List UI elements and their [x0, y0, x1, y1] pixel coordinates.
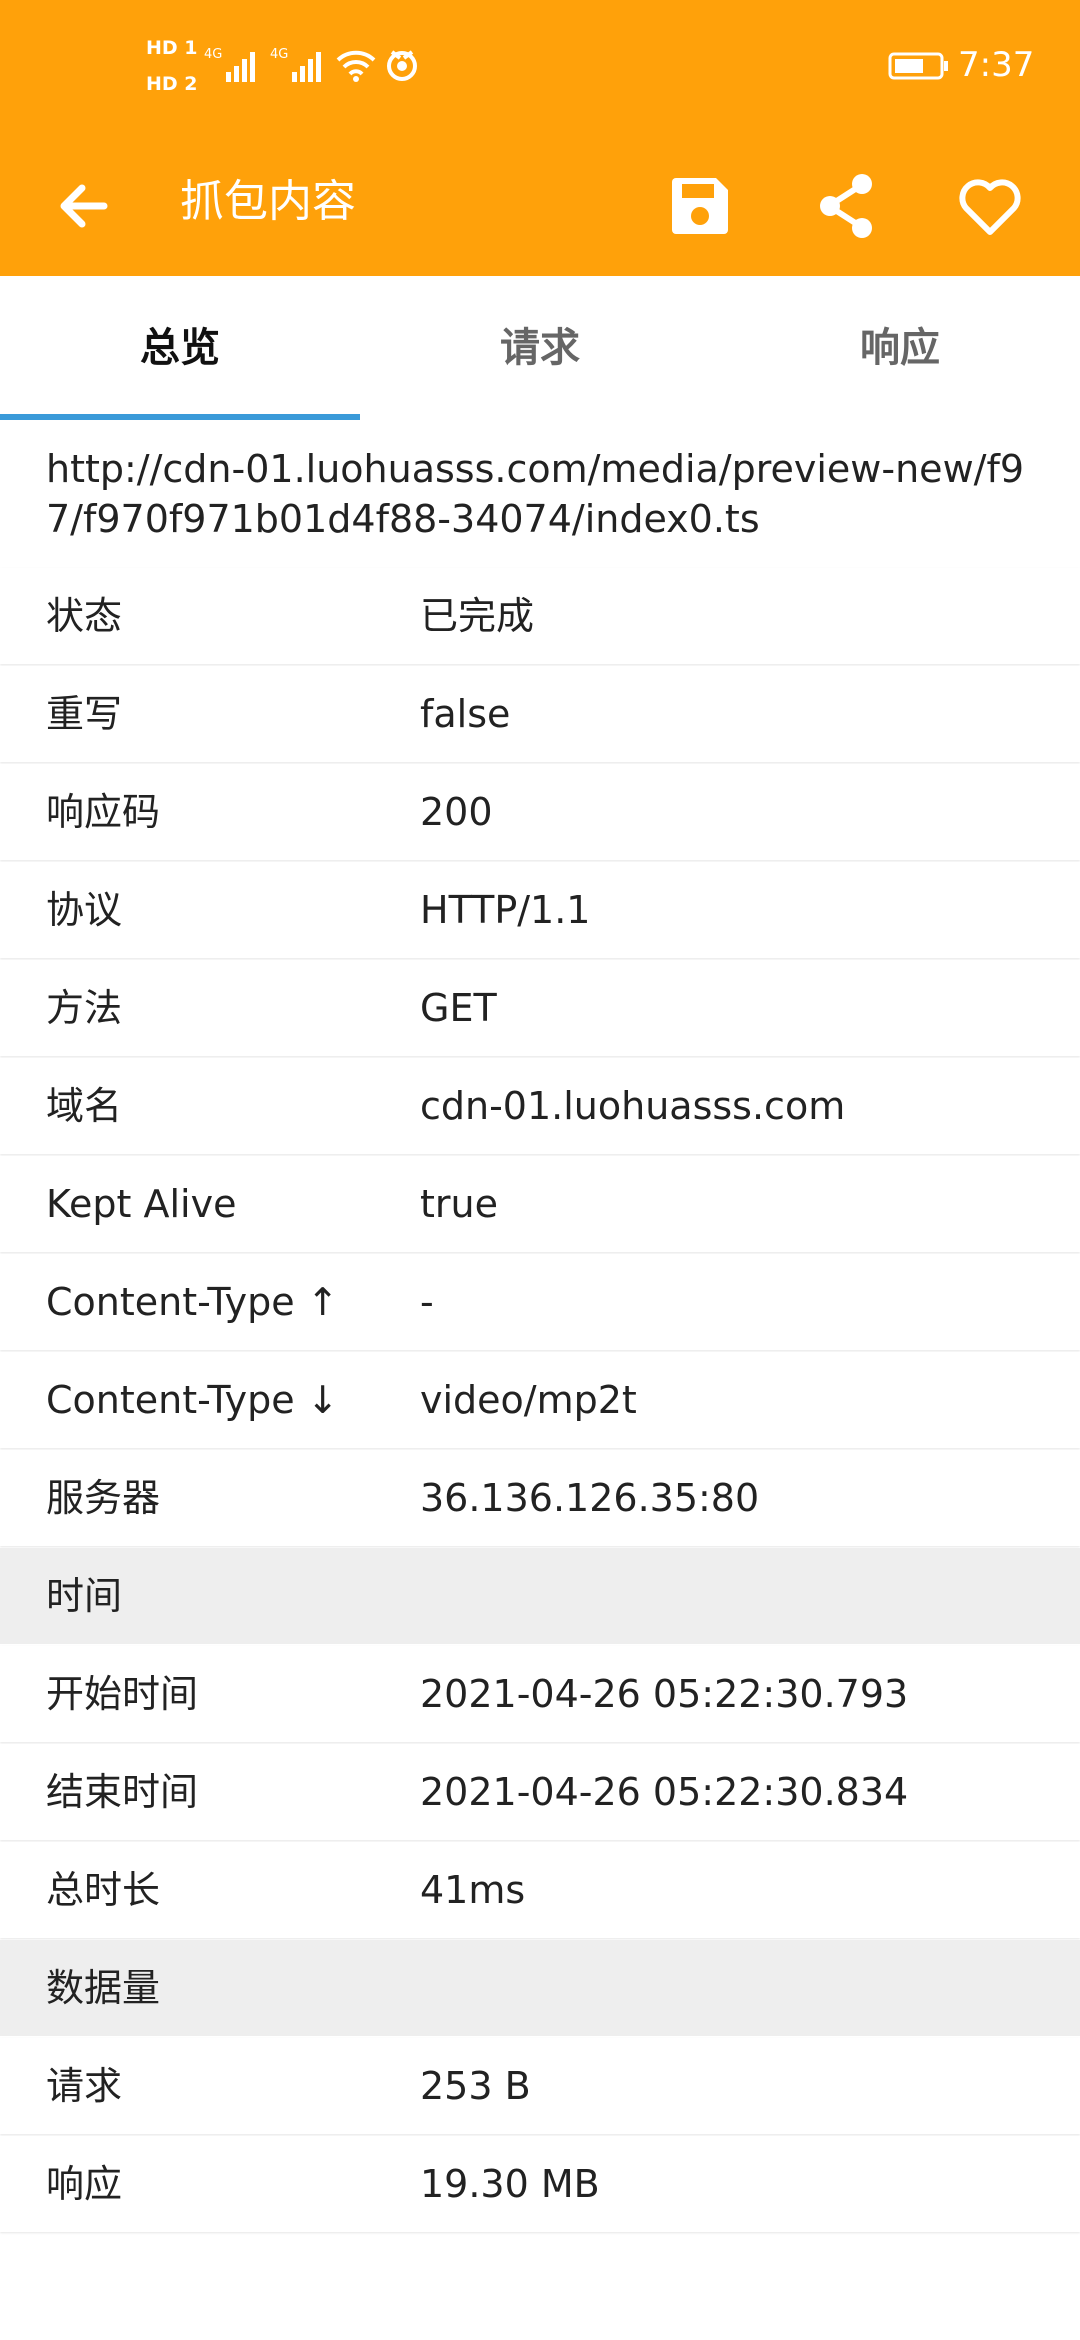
app-notification-icon	[382, 44, 422, 84]
detail-row-duration: 总时长 41ms	[0, 1842, 1080, 1938]
network-type-label: 4G	[270, 47, 288, 62]
row-label: 开始时间	[46, 1672, 199, 1716]
tab-response[interactable]: 响应	[720, 276, 1080, 420]
section-header-data-size: 数据量	[0, 1940, 1080, 2036]
row-value: HTTP/1.1	[420, 888, 591, 932]
row-value: 2021-04-26 05:22:30.793	[420, 1672, 909, 1716]
row-label: 状态	[46, 594, 123, 638]
network-type-label: 4G	[204, 47, 222, 62]
row-value: false	[420, 692, 511, 736]
detail-row-method: 方法 GET	[0, 960, 1080, 1056]
save-icon	[672, 178, 728, 234]
header: HD 1 HD 2 4G 4G 7:37 抓包内容	[0, 0, 1080, 276]
detail-list: 状态 已完成 重写 false 响应码 200 协议 HTTP/1.1 方法 G…	[0, 568, 1080, 2234]
row-label: Content-Type ↑	[46, 1280, 339, 1324]
row-label: 重写	[46, 692, 123, 736]
row-label: 服务器	[46, 1476, 161, 1520]
row-value: GET	[420, 986, 497, 1030]
row-label: Kept Alive	[46, 1182, 237, 1226]
detail-row-response-code: 响应码 200	[0, 764, 1080, 860]
row-label: 响应	[46, 2162, 123, 2206]
app-bar: 抓包内容	[0, 130, 1080, 276]
signal-icon: 4G	[204, 44, 268, 84]
capture-detail-screen: HD 1 HD 2 4G 4G 7:37 抓包内容 总览 请求 响应 http:…	[0, 0, 1080, 2340]
row-label: 总时长	[46, 1868, 161, 1912]
section-header-time: 时间	[0, 1548, 1080, 1644]
detail-row-protocol: 协议 HTTP/1.1	[0, 862, 1080, 958]
detail-row-end-time: 结束时间 2021-04-26 05:22:30.834	[0, 1744, 1080, 1840]
battery-icon	[888, 50, 950, 82]
row-value: 19.30 MB	[420, 2162, 600, 2206]
row-value: 已完成	[420, 594, 535, 638]
section-title: 数据量	[46, 1966, 161, 2010]
request-url: http://cdn-01.luohuasss.com/media/previe…	[46, 447, 1024, 541]
row-value: video/mp2t	[420, 1378, 637, 1422]
wifi-icon	[334, 44, 378, 84]
detail-row-kept-alive: Kept Alive true	[0, 1156, 1080, 1252]
row-value: 200	[420, 790, 493, 834]
row-label: Content-Type ↓	[46, 1378, 339, 1422]
row-value: cdn-01.luohuasss.com	[420, 1084, 846, 1128]
detail-row-request-size: 请求 253 B	[0, 2038, 1080, 2134]
page-title: 抓包内容	[180, 176, 356, 227]
tab-request[interactable]: 请求	[360, 276, 720, 420]
row-label: 响应码	[46, 790, 161, 834]
hd-voice-indicator-1: HD 1	[146, 37, 198, 59]
section-title: 时间	[46, 1574, 123, 1618]
signal-icon: 4G	[270, 44, 334, 84]
detail-row-status: 状态 已完成	[0, 568, 1080, 664]
back-arrow-icon	[60, 184, 108, 228]
tab-bar: 总览 请求 响应	[0, 276, 1080, 420]
tab-overview[interactable]: 总览	[0, 276, 360, 420]
row-label: 方法	[46, 986, 123, 1030]
row-value: -	[420, 1280, 434, 1324]
detail-row-domain: 域名 cdn-01.luohuasss.com	[0, 1058, 1080, 1154]
save-button[interactable]	[652, 158, 748, 254]
status-bar: HD 1 HD 2 4G 4G 7:37	[0, 0, 1080, 130]
row-value: true	[420, 1182, 498, 1226]
clock: 7:37	[958, 45, 1035, 85]
heart-icon	[959, 179, 1021, 235]
detail-row-response-size: 响应 19.30 MB	[0, 2136, 1080, 2232]
share-button[interactable]	[798, 158, 894, 254]
hd-voice-indicator-2: HD 2	[146, 73, 198, 95]
row-label: 请求	[46, 2064, 123, 2108]
detail-row-content-type-response: Content-Type ↓ video/mp2t	[0, 1352, 1080, 1448]
row-label: 结束时间	[46, 1770, 199, 1814]
detail-row-rewrite: 重写 false	[0, 666, 1080, 762]
favorite-button[interactable]	[942, 158, 1038, 254]
detail-row-server: 服务器 36.136.126.35:80	[0, 1450, 1080, 1546]
row-label: 协议	[46, 888, 123, 932]
detail-row-content-type-request: Content-Type ↑ -	[0, 1254, 1080, 1350]
row-value: 36.136.126.35:80	[420, 1476, 760, 1520]
row-value: 253 B	[420, 2064, 531, 2108]
detail-row-start-time: 开始时间 2021-04-26 05:22:30.793	[0, 1646, 1080, 1742]
share-icon	[820, 174, 872, 238]
row-label: 域名	[46, 1084, 123, 1128]
row-value: 2021-04-26 05:22:30.834	[420, 1770, 909, 1814]
active-tab-indicator	[0, 414, 360, 420]
back-button[interactable]	[36, 158, 132, 254]
row-value: 41ms	[420, 1868, 526, 1912]
